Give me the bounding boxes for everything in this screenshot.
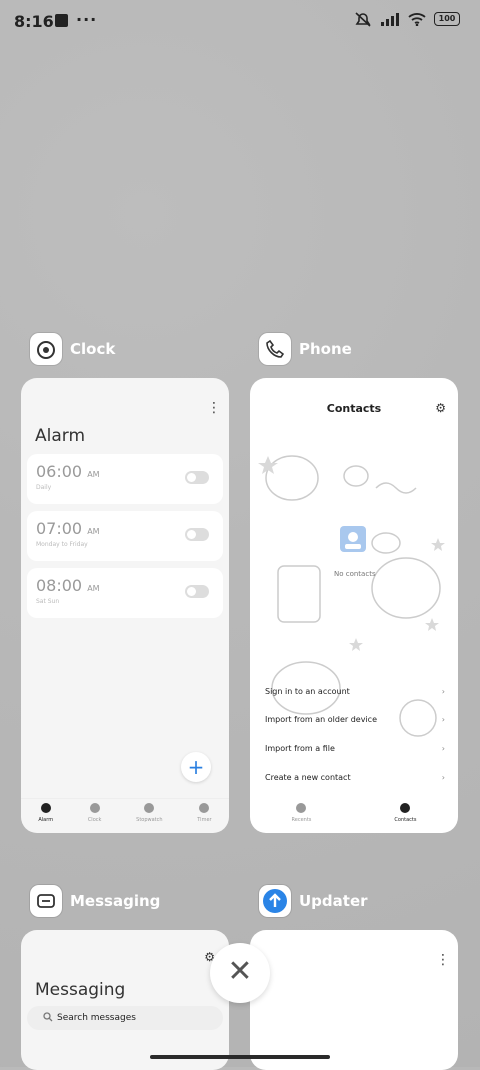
contacts-title: Contacts — [326, 402, 382, 415]
timer-icon — [199, 803, 210, 813]
alarm-row[interactable]: 06:00 AM Daily — [27, 454, 223, 504]
status-bar: 8:16 ··· 100 — [0, 0, 480, 42]
search-icon — [43, 1012, 53, 1022]
tab-alarm[interactable]: Alarm — [38, 799, 53, 833]
app-label-messaging[interactable]: Messaging — [30, 885, 160, 917]
tab-recents[interactable]: Recents — [292, 799, 311, 833]
alarm-toggle[interactable] — [185, 528, 209, 541]
app-label-updater[interactable]: Updater — [259, 885, 368, 917]
close-all-apps-button[interactable]: ✕ — [210, 943, 270, 1003]
updater-app-name: Updater — [299, 892, 368, 910]
import-file-option[interactable]: Import from a file › — [265, 744, 445, 753]
tab-clock[interactable]: Clock — [88, 799, 101, 833]
clock-app-name: Clock — [70, 340, 116, 358]
alarm-time: 06:00 AM — [36, 462, 100, 481]
phone-app-icon — [259, 333, 291, 365]
alarm-time: 07:00 AM — [36, 519, 100, 538]
clock-app-icon — [30, 333, 62, 365]
messaging-app-icon — [30, 885, 62, 917]
chevron-right-icon: › — [441, 687, 445, 696]
more-options-icon[interactable]: ⋮ — [436, 952, 450, 968]
alarm-repeat: Sat Sun — [36, 598, 60, 605]
alarm-repeat: Daily — [36, 484, 52, 491]
chevron-right-icon: › — [441, 744, 445, 753]
alarm-toggle[interactable] — [185, 585, 209, 598]
updater-app-icon — [259, 885, 291, 917]
tab-timer[interactable]: Timer — [197, 799, 212, 833]
messaging-app-name: Messaging — [70, 892, 161, 910]
sign-in-account-option[interactable]: Sign in to an account › — [265, 687, 445, 696]
alarm-icon — [40, 803, 51, 813]
more-options-icon[interactable]: ⋮ — [207, 400, 221, 416]
messaging-title: Messaging — [35, 980, 126, 1000]
import-older-device-option[interactable]: Import from an older device › — [265, 715, 445, 724]
home-indicator[interactable] — [150, 1055, 330, 1059]
alarm-time: 08:00 AM — [36, 576, 100, 595]
mute-icon — [355, 12, 371, 27]
search-messages-input[interactable]: Search messages — [27, 1006, 223, 1030]
signal-icon — [381, 13, 399, 26]
create-contact-option[interactable]: Create a new contact › — [265, 773, 445, 782]
tab-stopwatch[interactable]: Stopwatch — [136, 799, 163, 833]
app-label-clock[interactable]: Clock — [30, 333, 115, 365]
chevron-right-icon: › — [441, 773, 445, 782]
battery-indicator: 100 — [434, 12, 460, 26]
status-icons: 100 — [354, 11, 460, 27]
alarm-toggle[interactable] — [185, 471, 209, 484]
phone-icon — [296, 803, 307, 813]
alarm-row[interactable]: 08:00 AM Sat Sun — [27, 568, 223, 618]
messaging-app-card[interactable]: ⚙ Messaging Search messages — [21, 930, 229, 1070]
status-time: 8:16 — [14, 12, 54, 31]
wifi-icon — [408, 13, 426, 26]
updater-app-card[interactable]: ⋮ — [250, 930, 458, 1070]
clock-tab-bar: Alarm Clock Stopwatch Timer — [21, 798, 229, 833]
clock-app-card[interactable]: ⋮ Alarm 06:00 AM Daily 07:00 AM Monday t… — [21, 378, 229, 833]
add-alarm-button[interactable]: + — [181, 752, 211, 782]
alarm-repeat: Monday to Friday — [36, 541, 88, 548]
phone-app-card[interactable]: Contacts ⚙ No contacts Sign in to an acc… — [250, 378, 458, 833]
alarm-row[interactable]: 07:00 AM Monday to Friday — [27, 511, 223, 561]
app-label-phone[interactable]: Phone — [259, 333, 352, 365]
more-notifications-icon: ··· — [76, 10, 98, 29]
tab-contacts[interactable]: Contacts — [394, 799, 416, 833]
stopwatch-icon — [144, 803, 155, 813]
settings-gear-icon[interactable]: ⚙ — [435, 401, 446, 415]
notification-icon — [55, 14, 68, 27]
clock-icon — [89, 803, 100, 813]
phone-app-name: Phone — [299, 340, 352, 358]
person-icon — [400, 803, 411, 813]
phone-tab-bar: Recents Contacts — [250, 799, 458, 833]
no-contacts-text: No contacts — [334, 570, 376, 578]
alarm-title: Alarm — [35, 426, 86, 446]
chevron-right-icon: › — [441, 715, 445, 724]
